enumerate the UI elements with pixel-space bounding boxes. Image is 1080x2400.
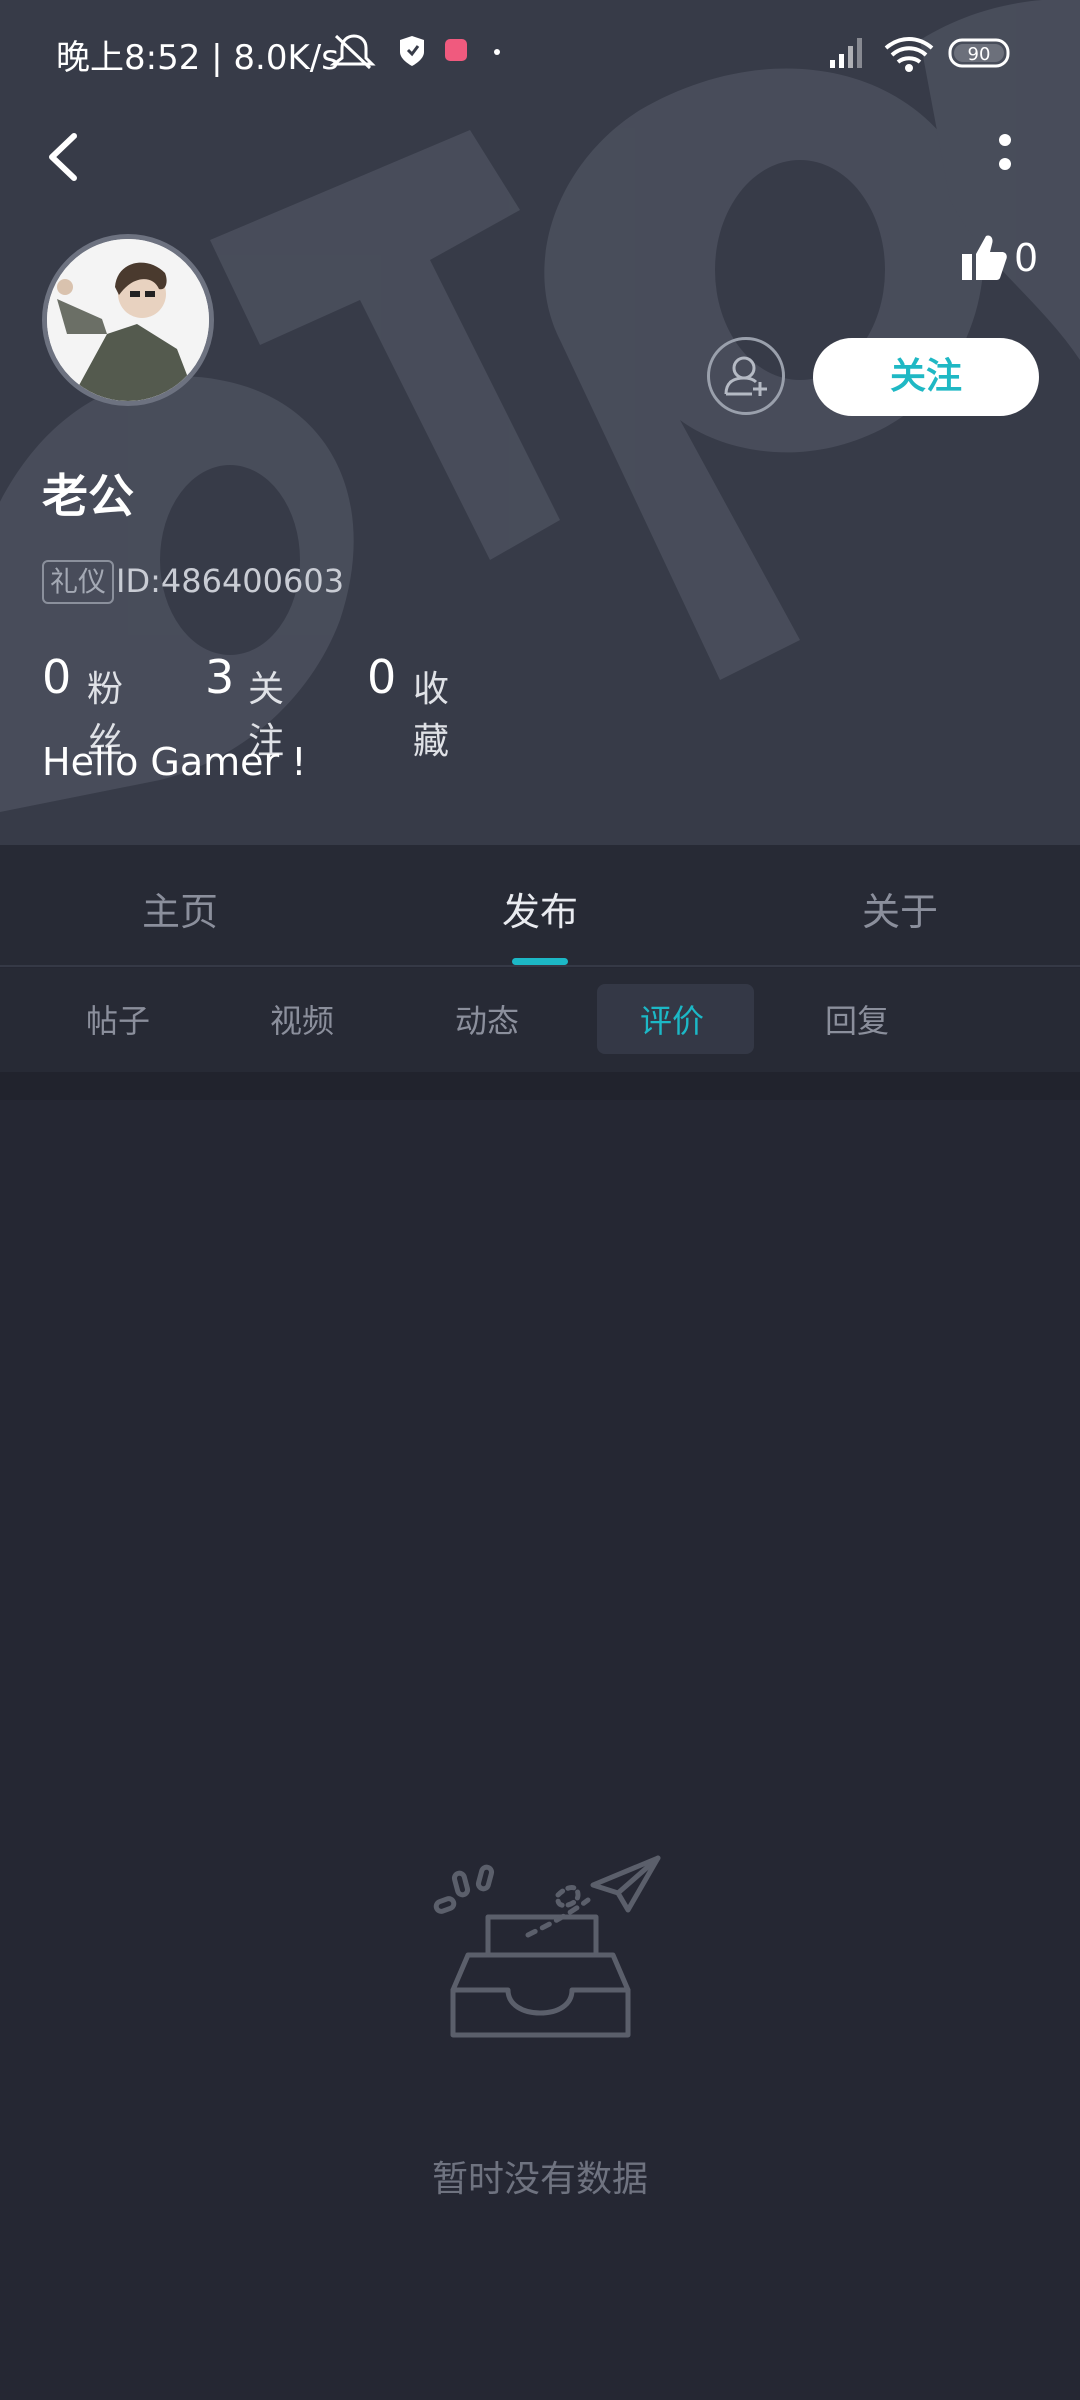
sub-tab-moments[interactable]: 动态 — [455, 996, 519, 1042]
watermark-graphic — [0, 0, 1080, 812]
signal-icon — [830, 38, 862, 68]
sub-tab-videos[interactable]: 视频 — [270, 996, 334, 1042]
notification-icons — [330, 34, 500, 70]
shield-icon — [400, 36, 424, 66]
system-status-icons: 90 — [830, 37, 1010, 72]
bio: Hello Gamer ! — [42, 740, 307, 784]
section-divider — [0, 1072, 1080, 1100]
likes-count: 0 — [1014, 236, 1039, 280]
sub-tabs: 帖子 视频 动态 评价 回复 — [0, 968, 1080, 1072]
more-options-button[interactable] — [985, 128, 1025, 188]
thumbs-up-icon — [962, 235, 1007, 280]
empty-state-text: 暂时没有数据 — [431, 2159, 648, 2200]
profile-header: 晚上8:52 | 8.0K/s 90 0 关注 老公 礼仪 ID:4864006… — [0, 0, 1080, 845]
status-time: 晚上8:52 | 8.0K/s — [56, 38, 339, 78]
favorites-count[interactable]: 0 — [367, 650, 396, 704]
user-id: ID:486400603 — [116, 562, 345, 600]
status-bar: 晚上8:52 | 8.0K/s 90 — [0, 0, 1080, 105]
tab-about[interactable]: 关于 — [862, 881, 938, 936]
avatar-illustration — [47, 239, 209, 401]
sub-tab-replies[interactable]: 回复 — [825, 996, 889, 1042]
profile-screen: 晚上8:52 | 8.0K/s 90 0 关注 老公 礼仪 ID:4864006… — [0, 0, 1080, 2400]
empty-inbox-icon — [433, 1855, 661, 2038]
avatar[interactable] — [42, 234, 214, 406]
sub-tab-threads[interactable]: 帖子 — [86, 996, 150, 1042]
favorites-label[interactable]: 收藏 — [413, 660, 449, 764]
add-friend-button[interactable] — [707, 337, 785, 415]
sub-tab-reviews[interactable]: 评价 — [640, 996, 704, 1042]
battery-icon: 90 — [948, 38, 1010, 68]
fans-count[interactable]: 0 — [42, 650, 71, 704]
tab-home[interactable]: 主页 — [142, 881, 218, 936]
tab-posts[interactable]: 发布 — [502, 881, 578, 936]
add-user-icon — [724, 356, 767, 396]
follow-button[interactable]: 关注 — [813, 338, 1039, 416]
following-count[interactable]: 3 — [205, 650, 234, 704]
back-button[interactable] — [36, 122, 96, 192]
battery-level: 90 — [968, 44, 991, 65]
wifi-icon — [884, 37, 934, 72]
username: 老公 — [42, 469, 134, 523]
more-notifications-dot — [494, 49, 500, 55]
bell-muted-icon — [330, 34, 376, 70]
active-tab-indicator — [512, 958, 568, 965]
app-notification-icon — [445, 39, 467, 61]
main-tabs: 主页 发布 关于 — [0, 845, 1080, 967]
title-badge: 礼仪 — [42, 560, 115, 604]
